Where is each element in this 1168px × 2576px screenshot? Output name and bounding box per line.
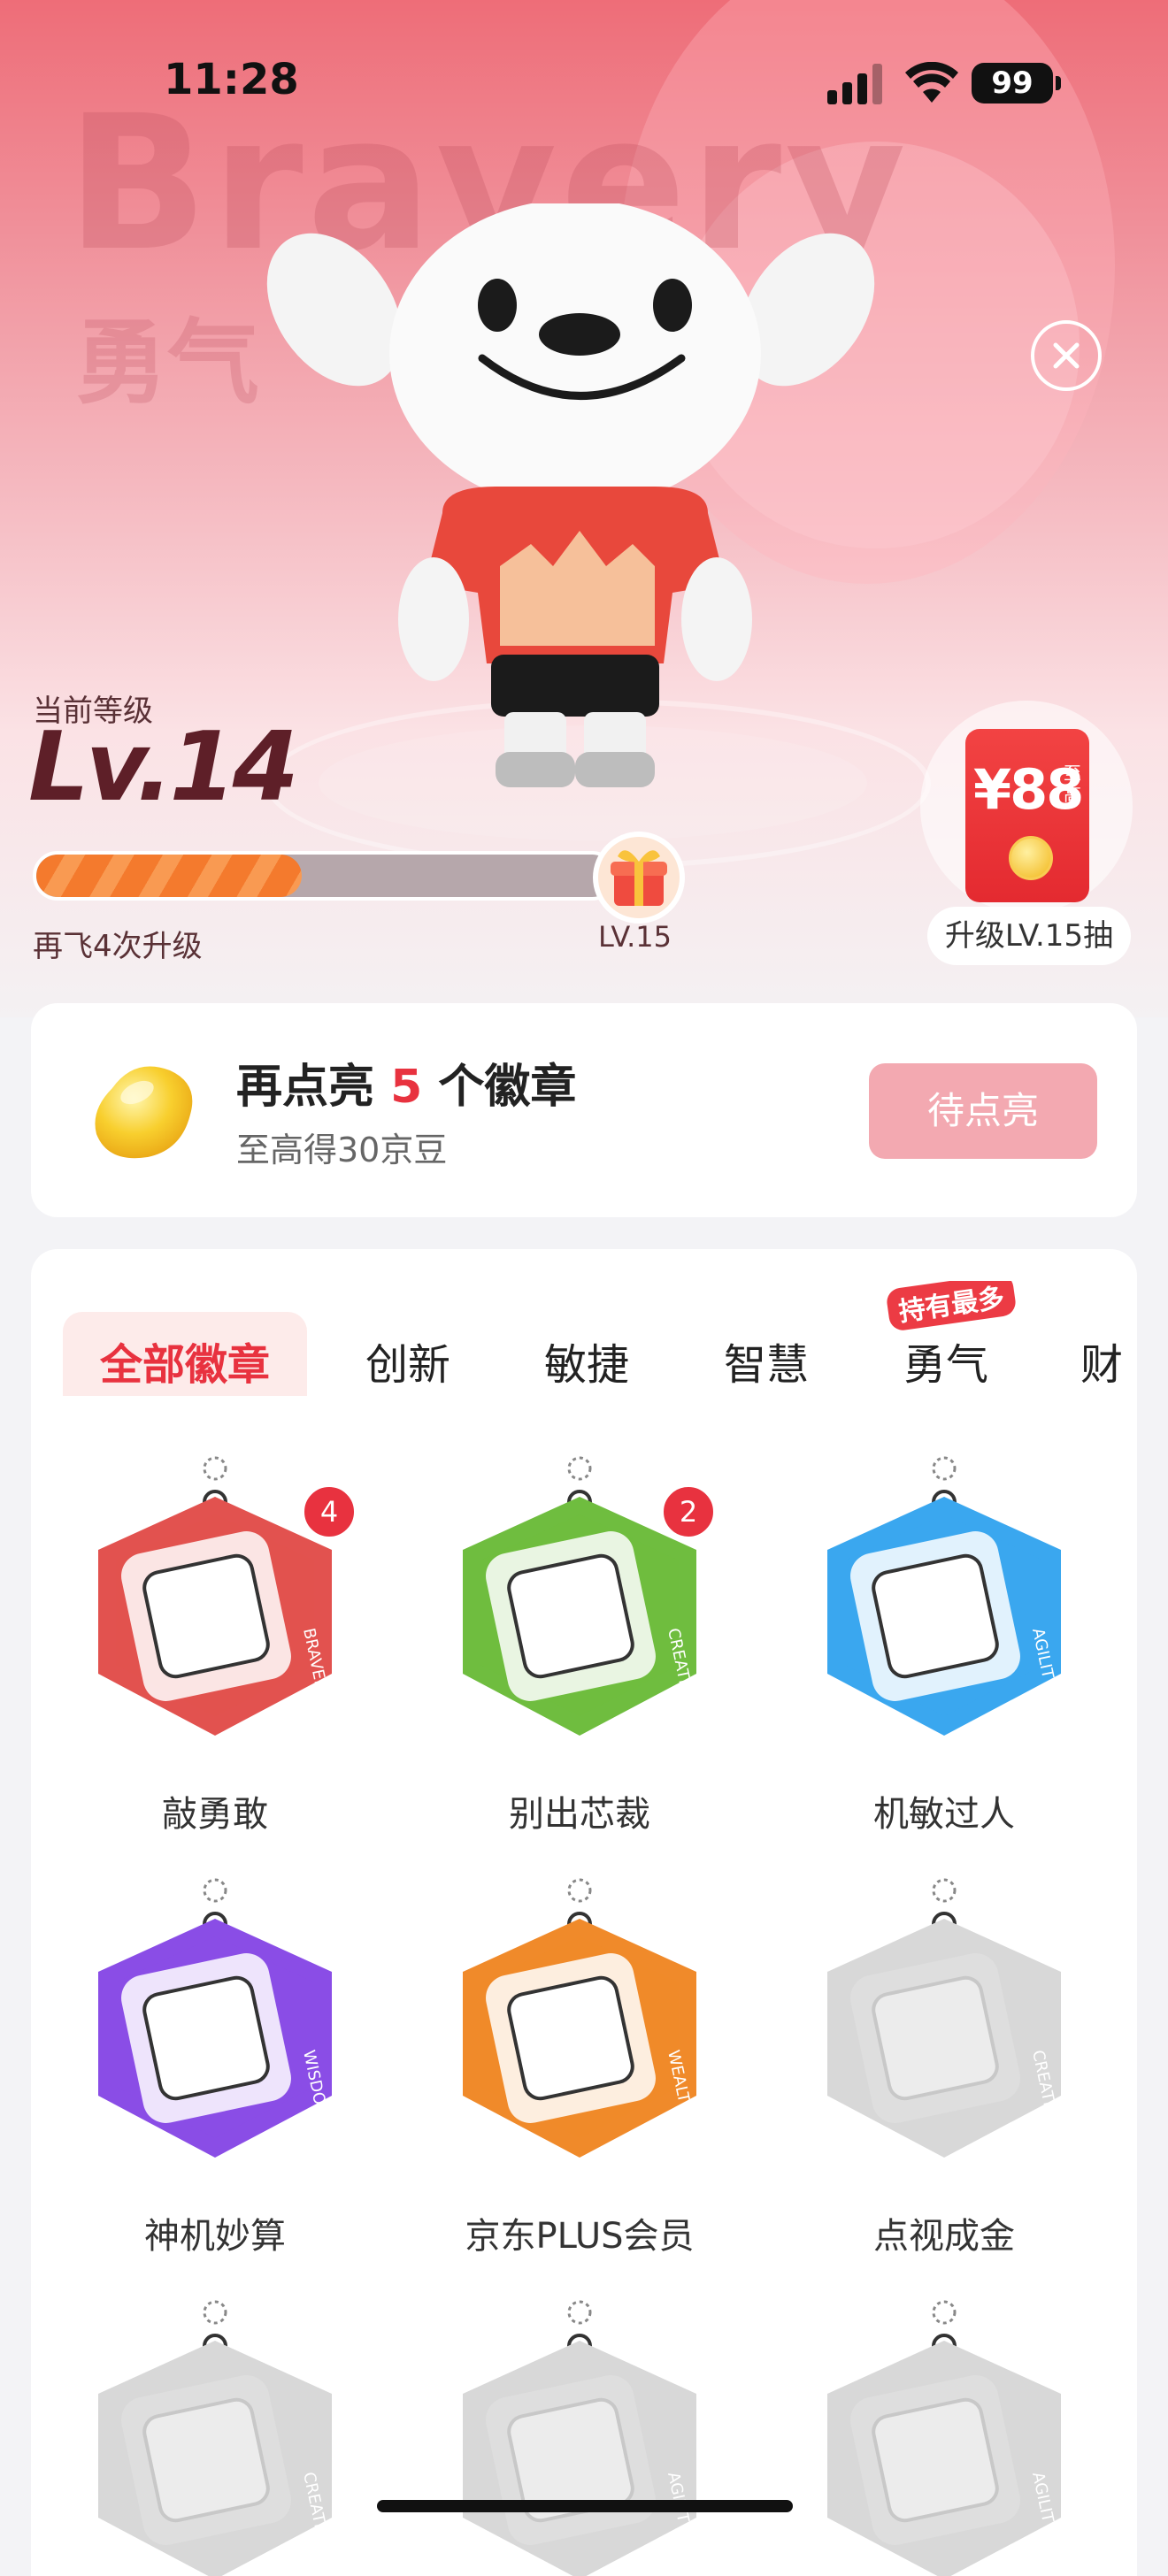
phone-icon: WISDOM — [98, 1878, 332, 2158]
tv-icon: CREATION — [827, 1878, 1064, 2158]
coin-icon — [1009, 836, 1053, 880]
badge-item[interactable]: AGILITY — [411, 2296, 748, 2576]
close-icon — [1053, 342, 1080, 369]
background-word-cn: 勇气 — [75, 309, 260, 417]
hero-section: Bravery 勇气 11:28 99 当前等级 Lv.14 LV.15 再飞4… — [0, 0, 1168, 1017]
wifi-icon — [905, 62, 958, 103]
badge-count-bubble: 2 — [661, 1484, 716, 1539]
air-conditioner-icon: AGILITY — [463, 2300, 696, 2576]
battery-indicator: 99 — [972, 63, 1061, 104]
badge-name: 京东PLUS会员 — [465, 2216, 695, 2257]
badge-remaining-count: 5 — [390, 1061, 423, 1114]
close-button[interactable] — [1031, 320, 1102, 391]
mascot-dog-image — [266, 203, 875, 787]
badge-list-card: 全部徽章 创新 敏捷 智慧 勇气 财 持有最多 BRAVERY 敲勇敢 4 CREAT… — [31, 1249, 1137, 2576]
badge-item[interactable]: BRAVERY 敲勇敢 4 — [47, 1453, 383, 1842]
badge-item[interactable]: WISDOM 神机妙算 — [47, 1874, 383, 2264]
level-progress-bar — [33, 851, 617, 901]
badge-item[interactable]: WEALTH 京东PLUS会员 — [411, 1874, 748, 2264]
badge-name: 点视成金 — [873, 2216, 1015, 2257]
badge-name: 敲勇敢 — [162, 1794, 268, 1835]
red-packet-suffix: 至高 — [1064, 763, 1081, 805]
bear-icon: CREATION — [98, 2300, 334, 2576]
current-level-value: Lv.14 — [28, 712, 299, 823]
next-level-label: LV.15 — [598, 920, 672, 954]
badge-item[interactable]: CREATION 别出芯裁 2 — [411, 1453, 748, 1842]
upgrade-lottery-button[interactable]: 升级LV.15抽 — [927, 907, 1131, 965]
status-time: 11:28 — [164, 55, 299, 104]
gift-icon[interactable] — [591, 830, 687, 925]
badge-item[interactable]: CREATION 点视成金 — [776, 1874, 1112, 2264]
camera-icon: AGILITY — [827, 1456, 1061, 1736]
tab-wisdom[interactable]: 智慧 — [724, 1312, 809, 1396]
home-indicator — [377, 2500, 793, 2512]
jingdou-bean-icon — [95, 1066, 193, 1159]
cellular-signal-icon — [827, 64, 882, 104]
bean-card-title: 再点亮 5 个徽章 — [236, 1061, 577, 1114]
phone-icon: AGILITY — [827, 2300, 1061, 2576]
pending-light-button[interactable]: 待点亮 — [869, 1063, 1097, 1159]
badge-name: 神机妙算 — [144, 2216, 286, 2257]
crown-icon: WEALTH — [463, 1878, 696, 2158]
bean-card-subtitle: 至高得30京豆 — [236, 1131, 448, 1169]
badge-count-bubble: 4 — [302, 1484, 357, 1539]
bean-reward-card: 再点亮 5 个徽章 至高得30京豆 待点亮 — [31, 1003, 1137, 1217]
remaining-flights-text: 再飞4次升级 — [33, 929, 203, 964]
tab-wealth[interactable]: 财 — [1080, 1312, 1123, 1396]
tab-all-badges[interactable]: 全部徽章 — [63, 1312, 307, 1396]
badge-item[interactable]: AGILITY 机敏过人 — [776, 1453, 1112, 1842]
tab-agility[interactable]: 敏捷 — [544, 1312, 629, 1396]
badge-item[interactable]: CREATION — [47, 2296, 383, 2576]
badge-category-tabs: 全部徽章 创新 敏捷 智慧 勇气 财 持有最多 — [31, 1281, 1137, 1396]
badge-item[interactable]: AGILITY — [776, 2296, 1112, 2576]
badge-name: 别出芯裁 — [509, 1794, 650, 1835]
badge-name: 机敏过人 — [873, 1794, 1015, 1835]
level-progress-fill — [36, 855, 302, 897]
tab-creation[interactable]: 创新 — [365, 1312, 450, 1396]
